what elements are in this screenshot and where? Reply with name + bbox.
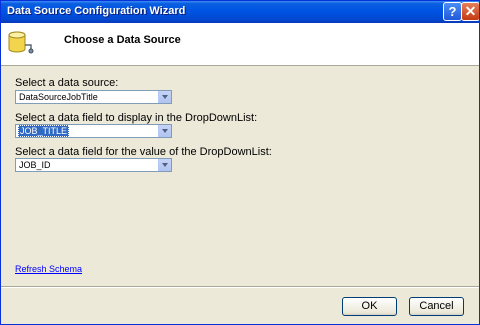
window-title: Data Source Configuration Wizard	[7, 5, 186, 17]
data-source-label: Select a data source:	[15, 77, 119, 89]
value-field-value: JOB_ID	[19, 160, 51, 170]
data-source-value: DataSourceJobTitle	[19, 92, 98, 102]
refresh-schema-link[interactable]: Refresh Schema	[15, 264, 82, 274]
ok-button[interactable]: OK	[342, 297, 397, 316]
button-separator	[1, 286, 479, 288]
page-title: Choose a Data Source	[64, 34, 181, 46]
display-field-value: JOB_TITLE	[18, 125, 70, 137]
chevron-down-icon[interactable]	[158, 91, 171, 103]
value-field-label: Select a data field for the value of the…	[15, 146, 272, 158]
close-button[interactable]: ✕	[461, 2, 479, 21]
wizard-header: Choose a Data Source	[1, 23, 479, 66]
chevron-down-icon[interactable]	[158, 125, 171, 137]
chevron-down-icon[interactable]	[158, 159, 171, 171]
title-bar[interactable]: Data Source Configuration Wizard ? ✕	[1, 1, 479, 23]
help-button[interactable]: ?	[443, 2, 462, 21]
cancel-button[interactable]: Cancel	[409, 297, 464, 316]
data-source-dropdown[interactable]: DataSourceJobTitle	[15, 90, 172, 104]
value-field-dropdown[interactable]: JOB_ID	[15, 158, 172, 172]
database-icon	[8, 31, 34, 54]
wizard-dialog: Data Source Configuration Wizard ? ✕ Cho…	[0, 0, 480, 325]
display-field-label: Select a data field to display in the Dr…	[15, 112, 258, 124]
display-field-dropdown[interactable]: JOB_TITLE	[15, 124, 172, 138]
